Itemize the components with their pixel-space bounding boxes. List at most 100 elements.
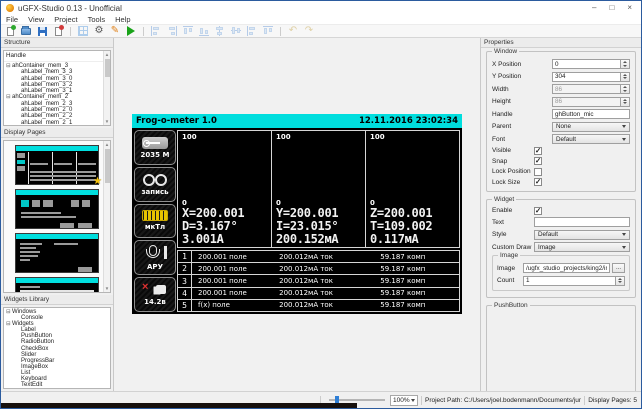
project-path-label: Project Path: C:/Users/joel.bodenmann/Do…: [425, 397, 581, 404]
x-position-spinner[interactable]: [621, 59, 630, 69]
save-project-button[interactable]: [36, 26, 48, 37]
pushbutton-property-group: PushButton: [486, 305, 636, 391]
redo-button[interactable]: ↷: [303, 26, 315, 37]
table-row[interactable]: 3 200.001 поле 200.012мА ток 59.187 комп: [178, 275, 459, 287]
measurement-column[interactable]: 100 0 Y=200.001 I=23.015° 200.152мА: [272, 131, 366, 247]
enable-checkbox[interactable]: ✓: [534, 207, 542, 215]
chevron-down-icon: [411, 399, 415, 402]
thumbnail-titlebar: [16, 190, 98, 195]
image-path-input[interactable]: [523, 263, 610, 273]
minimize-button[interactable]: –: [592, 3, 596, 13]
mic-icon: [141, 245, 169, 261]
new-project-button[interactable]: [4, 26, 16, 37]
display-side-button[interactable]: 2035 M: [134, 130, 176, 165]
align-bottom-button[interactable]: [198, 26, 210, 37]
menu-item[interactable]: Project: [49, 15, 82, 24]
table-row[interactable]: 2 200.001 поле 200.012мА ток 59.187 комп: [178, 263, 459, 275]
display-page-thumbnail-3[interactable]: [15, 233, 99, 273]
display-side-button[interactable]: мкТл: [134, 204, 176, 239]
count-input[interactable]: [523, 276, 616, 286]
side-button-label: мкТл: [145, 223, 165, 231]
close-button[interactable]: ×: [627, 3, 632, 13]
properties-panel-header: Properties: [481, 38, 641, 48]
custom-draw-dropdown[interactable]: Image: [534, 242, 630, 252]
display-mockup[interactable]: Frog-o-meter 1.0 12.11.2016 23:02:34 203…: [132, 114, 462, 314]
edit-button[interactable]: ✎: [109, 26, 121, 37]
style-dropdown[interactable]: Default: [534, 230, 630, 240]
x-position-input[interactable]: [552, 59, 621, 69]
side-button-label: 14.2в: [144, 298, 166, 306]
widgets-tree-item[interactable]: ⊟ Containers: [6, 388, 108, 389]
display-page-thumbnail-1[interactable]: ★: [15, 145, 99, 185]
plug-icon: [141, 283, 169, 296]
width-input: [552, 84, 621, 94]
distribute-horizontal-button[interactable]: [246, 26, 258, 37]
text-input[interactable]: [534, 217, 630, 227]
table-row[interactable]: 5 f(x) поле 200.012мА ток 59.187 комп: [178, 300, 459, 311]
table-row[interactable]: 4 200.001 поле 200.012мА ток 59.187 комп: [178, 288, 459, 300]
maximize-button[interactable]: □: [609, 3, 614, 13]
display-side-button[interactable]: АРУ: [134, 240, 176, 275]
redo-icon: ↷: [305, 26, 313, 36]
lock-position-checkbox[interactable]: [534, 168, 542, 176]
settings-button[interactable]: ⚙: [93, 26, 105, 37]
menu-item[interactable]: Help: [110, 15, 135, 24]
column-max-label: 100: [370, 133, 455, 141]
measurement-table[interactable]: 1 200.001 поле 200.012мА ток 59.187 комп…: [177, 250, 460, 312]
distribute-vertical-button[interactable]: [262, 26, 274, 37]
zoom-level-value: 100%: [393, 397, 410, 404]
font-dropdown[interactable]: Default: [552, 134, 630, 144]
y-position-input[interactable]: [552, 72, 621, 82]
zoom-slider[interactable]: [329, 399, 385, 401]
center-vertical-button[interactable]: [230, 26, 242, 37]
visible-checkbox[interactable]: ✓: [534, 147, 542, 155]
menu-item[interactable]: Tools: [83, 15, 111, 24]
count-spinner[interactable]: [616, 276, 625, 286]
chevron-down-icon: [622, 233, 626, 236]
tree-expander-icon[interactable]: ⊟: [6, 388, 12, 389]
display-titlebar[interactable]: Frog-o-meter 1.0 12.11.2016 23:02:34: [132, 114, 462, 128]
open-project-button[interactable]: [20, 26, 32, 37]
display-page-thumbnail-2[interactable]: [15, 189, 99, 229]
menu-item[interactable]: View: [23, 15, 49, 24]
snap-checkbox[interactable]: ✓: [534, 157, 542, 165]
handle-input[interactable]: [552, 109, 630, 119]
align-left-icon: [151, 26, 161, 36]
undo-icon: ↶: [289, 26, 297, 36]
y-position-spinner[interactable]: [621, 72, 630, 82]
center-horizontal-button[interactable]: [214, 26, 226, 37]
measurement-column[interactable]: 100 0 X=200.001 D=3.167° 3.001A: [178, 131, 272, 247]
row-number: 4: [178, 288, 192, 299]
side-button-label: 2035 M: [141, 151, 170, 159]
row-cell: 200.001 поле: [192, 288, 279, 299]
display-datetime-label: 12.11.2016 23:02:34: [359, 116, 458, 126]
measurement-value: 0.117мА: [370, 233, 455, 246]
align-top-button[interactable]: [182, 26, 194, 37]
display-side-button[interactable]: 14.2в: [134, 277, 176, 312]
chevron-down-icon: [622, 125, 626, 128]
run-button[interactable]: [125, 26, 137, 37]
zoom-level-dropdown[interactable]: 100%: [390, 395, 418, 406]
structure-scrollbar[interactable]: ▲▼: [103, 51, 110, 125]
align-left-button[interactable]: [150, 26, 162, 37]
menu-item[interactable]: File: [1, 15, 23, 24]
design-canvas[interactable]: Frog-o-meter 1.0 12.11.2016 23:02:34 203…: [114, 38, 480, 391]
undo-button[interactable]: ↶: [287, 26, 299, 37]
grid-toggle-button[interactable]: [77, 26, 89, 37]
row-cell: 200.012мА ток: [279, 300, 380, 311]
display-page-thumbnail-4[interactable]: [15, 277, 99, 293]
browse-button[interactable]: ...: [612, 263, 625, 273]
measurement-column[interactable]: 100 0 Z=200.001 T=109.002 0.117мА: [366, 131, 459, 247]
display-pages-scrollbar[interactable]: ▲▼: [103, 141, 110, 292]
lock-size-checkbox[interactable]: ✓: [534, 178, 542, 186]
gear-icon: ⚙: [95, 26, 104, 36]
align-right-button[interactable]: [166, 26, 178, 37]
chevron-down-icon: [622, 138, 626, 141]
toolbar-separator: [280, 27, 281, 36]
table-row[interactable]: 1 200.001 поле 200.012мА ток 59.187 комп: [178, 251, 459, 263]
parent-dropdown[interactable]: None: [552, 122, 630, 132]
close-project-button[interactable]: [52, 26, 64, 37]
display-side-button[interactable]: запись: [134, 167, 176, 202]
align-bottom-icon: [199, 26, 209, 36]
row-cell: 59.187 комп: [380, 263, 459, 274]
